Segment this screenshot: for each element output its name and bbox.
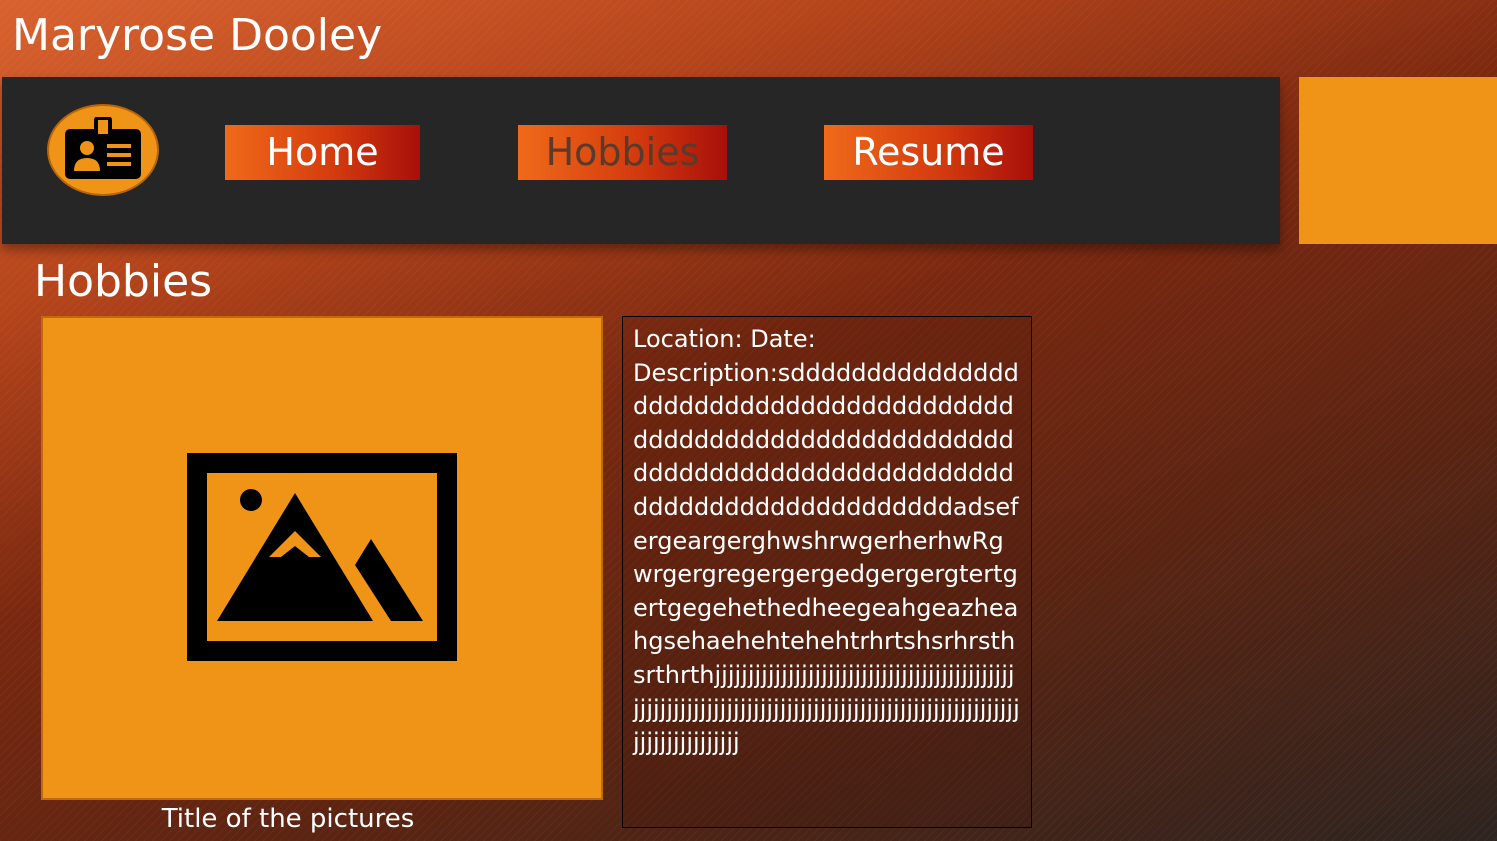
picture-caption: Title of the pictures [161,804,415,834]
site-title: Maryrose Dooley [12,10,383,61]
date-label: Date: [750,325,816,353]
page-heading: Hobbies [34,256,213,307]
id-badge-glyph [65,117,141,179]
hobby-details: Location: Date: Description:sdddddddddddd… [622,316,1032,828]
location-label: Location: [633,325,743,353]
id-badge-icon[interactable] [47,104,159,196]
image-placeholder-icon [187,453,457,661]
picture-placeholder[interactable] [41,316,603,800]
nav-resume-button[interactable]: Resume [824,125,1033,180]
accent-block [1299,77,1497,244]
nav-hobbies-button[interactable]: Hobbies [518,125,727,180]
nav-home-button[interactable]: Home [225,125,420,180]
details-text: Location: Date: Description:sdddddddddddd… [633,323,1021,760]
description-label: Description: [633,358,778,387]
description-text: sddddddddddddddddddddddddddddddddddddddd… [633,358,1020,757]
navigation-bar: Home Hobbies Resume [2,77,1280,244]
